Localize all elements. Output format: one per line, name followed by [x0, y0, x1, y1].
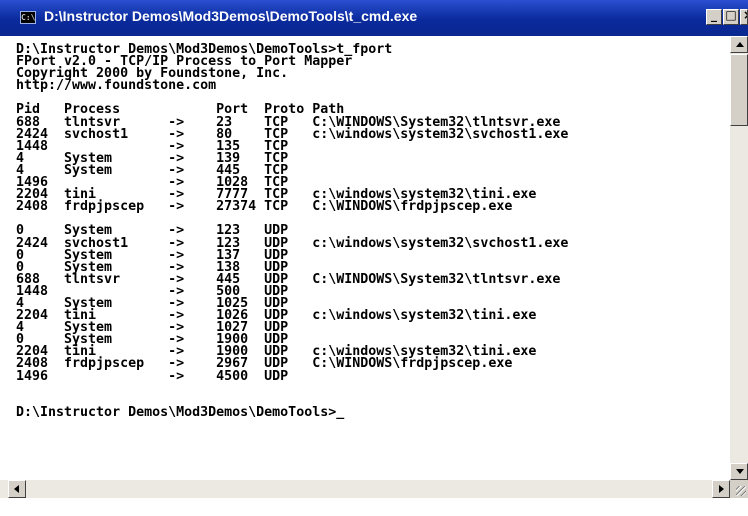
arrow-left-icon [14, 485, 19, 493]
resize-grip-icon [736, 486, 746, 496]
maximize-button[interactable]: □ [723, 8, 739, 25]
scroll-right-button[interactable] [712, 480, 730, 498]
minimize-icon: _ [711, 8, 717, 22]
window-title: D:\Instructor Demos\Mod3Demos\DemoTools\… [44, 8, 418, 24]
vertical-scroll-thumb[interactable] [730, 54, 748, 126]
title-bar[interactable]: C:\ D:\Instructor Demos\Mod3Demos\DemoTo… [0, 0, 748, 36]
arrow-right-icon [719, 485, 724, 493]
horizontal-scrollbar[interactable] [0, 480, 748, 498]
console-icon[interactable]: C:\ [20, 11, 36, 24]
scroll-down-button[interactable] [730, 463, 748, 480]
vertical-scrollbar[interactable] [730, 36, 748, 480]
scroll-up-button[interactable] [730, 36, 748, 53]
console-text: D:\Instructor Demos\Mod3Demos\DemoTools>… [16, 42, 569, 420]
console-output[interactable]: D:\Instructor Demos\Mod3Demos\DemoTools>… [8, 36, 730, 480]
scroll-left-button[interactable] [8, 480, 26, 498]
console-window: C:\ D:\Instructor Demos\Mod3Demos\DemoTo… [0, 0, 748, 516]
size-grip[interactable] [730, 480, 748, 498]
close-button[interactable]: × [740, 9, 748, 25]
minimize-button[interactable]: _ [706, 8, 722, 25]
arrow-up-icon [736, 42, 744, 47]
maximize-icon: □ [725, 8, 737, 22]
horizontal-scroll-track[interactable] [26, 480, 712, 498]
window-bottom-border [0, 498, 748, 516]
close-icon: × [741, 10, 747, 22]
arrow-down-icon [736, 469, 744, 474]
